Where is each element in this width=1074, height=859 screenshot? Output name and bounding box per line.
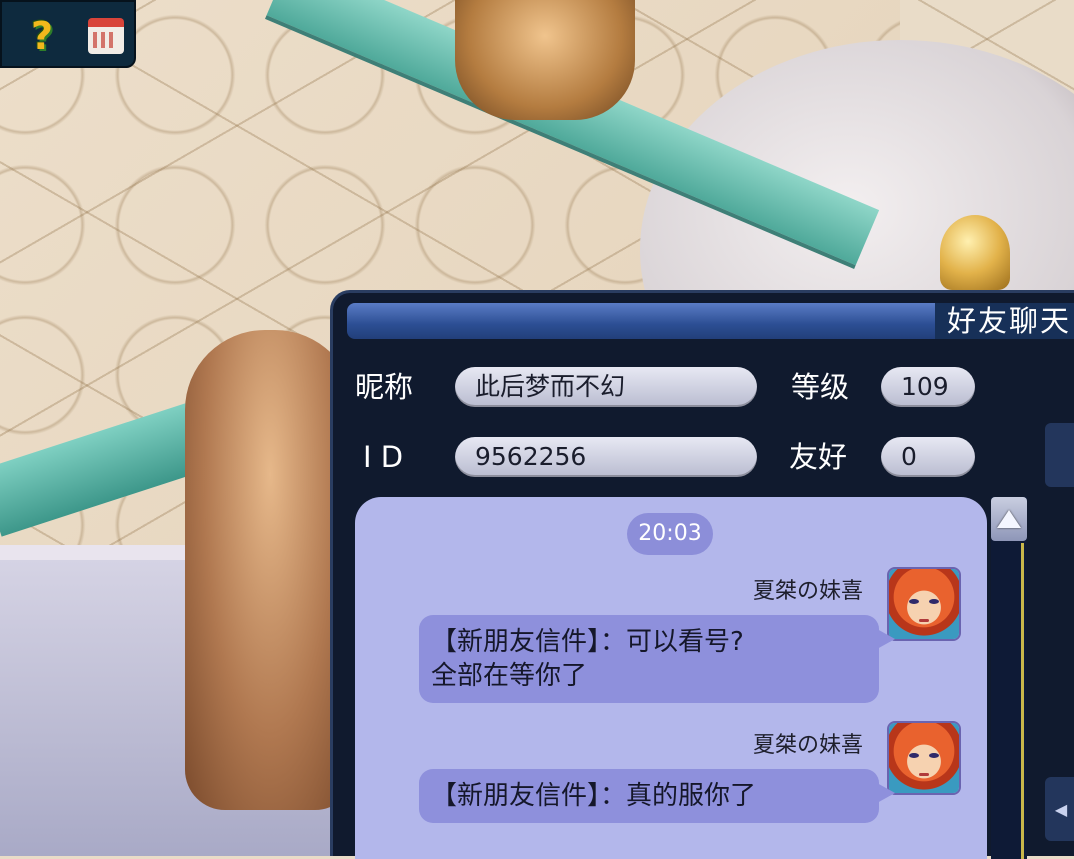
sender-avatar[interactable] bbox=[889, 569, 959, 639]
friend-chat-window: 好友聊天 昵称 此后梦而不幻 等级 109 I D 9562256 友好 0 2… bbox=[330, 290, 1074, 859]
side-tab-top[interactable] bbox=[1045, 423, 1074, 487]
bronze-vessel bbox=[455, 0, 635, 120]
chat-title: 好友聊天 bbox=[934, 303, 1074, 339]
side-tab-bottom[interactable]: ◀ bbox=[1045, 777, 1074, 841]
message-text-line: 【新朋友信件】：真的服你了 bbox=[431, 781, 757, 811]
id-field: 9562256 bbox=[455, 437, 757, 477]
chat-title-bar[interactable]: 好友聊天 bbox=[347, 303, 1074, 339]
sender-avatar[interactable] bbox=[889, 723, 959, 793]
message-list[interactable]: 20:03 夏桀の妹喜 【新朋友信件】：可以看号? 全部在等你了 夏桀の妹喜 【… bbox=[355, 497, 987, 859]
nickname-field: 此后梦而不幻 bbox=[455, 367, 757, 407]
friendship-label: 友好 bbox=[789, 440, 848, 474]
id-label: I D bbox=[363, 440, 404, 474]
message-sender: 夏桀の妹喜 bbox=[752, 733, 863, 758]
message-text-line: 全部在等你了 bbox=[431, 661, 588, 691]
message-sender: 夏桀の妹喜 bbox=[752, 579, 863, 604]
gold-finial bbox=[940, 215, 1010, 290]
question-mark-person-icon[interactable]: ? bbox=[20, 14, 64, 58]
nickname-label: 昵称 bbox=[355, 370, 414, 404]
friendship-field: 0 bbox=[881, 437, 975, 477]
scroll-track[interactable] bbox=[1021, 543, 1024, 859]
triangle-up-icon bbox=[997, 510, 1021, 528]
message-text-line: 【新朋友信件】：可以看号? bbox=[431, 627, 744, 657]
level-field: 109 bbox=[881, 367, 975, 407]
message-bubble: 【新朋友信件】：真的服你了 bbox=[419, 769, 895, 823]
message-bubble: 【新朋友信件】：可以看号? 全部在等你了 bbox=[419, 615, 895, 703]
top-left-hud: ? bbox=[0, 0, 136, 68]
calendar-icon[interactable] bbox=[84, 14, 128, 58]
level-label: 等级 bbox=[791, 370, 850, 404]
message-scrollbar[interactable] bbox=[991, 497, 1027, 859]
scroll-up-button[interactable] bbox=[991, 497, 1027, 541]
timestamp-badge: 20:03 bbox=[627, 513, 713, 555]
triangle-left-icon: ◀ bbox=[1054, 799, 1068, 819]
